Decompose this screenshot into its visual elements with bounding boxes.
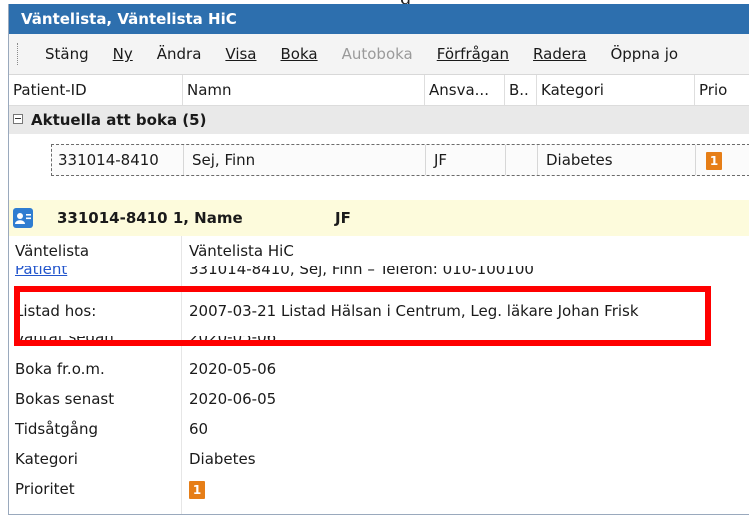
field-book-latest: Bokas senast 2020-06-05 [9,384,749,414]
cell-category: Diabetes [538,145,696,175]
field-priority: Prioritet 1 [9,474,749,504]
detail-header: 331014-8410 1, Name JF [9,200,749,236]
request-button[interactable]: Förfrågan [425,45,521,63]
column-header-row: Patient-ID Namn Ansva... B.. Kategori Pr… [9,75,749,106]
field-label: Kategori [15,450,78,468]
field-label: Bokas senast [15,390,115,408]
field-label: Tidsåtgång [15,420,99,438]
field-label: Väntelista [15,242,90,260]
field-category: Kategori Diabetes [9,444,749,474]
table-row[interactable]: 331014-8410 Sej, Finn JF Diabetes 1 [51,144,749,176]
column-prio[interactable]: Prio [695,75,749,105]
cell-prio: 1 [696,145,749,175]
waiting-list-window: Väntelista, Väntelista HiC Stäng Ny Ändr… [8,4,749,515]
toolbar: Stäng Ny Ändra Visa Boka Autoboka Förfrå… [9,34,749,75]
detail-responsible: JF [335,209,351,227]
field-value: 331014-8410, Sej, Finn – Telefon: 010-10… [189,266,534,278]
close-button[interactable]: Stäng [33,45,101,63]
window-title: Väntelista, Väntelista HiC [9,4,749,34]
cell-patient-id: 331014-8410 [52,145,184,175]
person-card-icon [13,208,33,228]
new-button[interactable]: Ny [101,45,145,63]
column-category[interactable]: Kategori [537,75,695,105]
priority-badge-icon: 1 [706,151,722,170]
cell-b [506,145,538,175]
field-label: Prioritet [15,480,75,498]
column-patient-id[interactable]: Patient-ID [9,75,183,105]
detail-patient: 331014-8410 1, Name [57,209,243,227]
column-responsible[interactable]: Ansva... [425,75,505,105]
book-button[interactable]: Boka [269,45,330,63]
column-name[interactable]: Namn [183,75,425,105]
field-listed-at: Listad hos: 2007-03-21 Listad Hälsan i C… [9,286,749,336]
open-journal-button[interactable]: Öppna jo [598,45,690,63]
cell-responsible: JF [426,145,506,175]
toolbar-grip[interactable] [17,43,21,65]
field-book-from: Boka fr.o.m. 2020-05-06 [9,354,749,384]
autobook-button[interactable]: Autoboka [330,45,425,63]
field-value: 1 [189,474,205,504]
field-value: Väntelista HiC [189,242,294,260]
field-label: Listad hos: [15,302,97,320]
field-value: Diabetes [189,450,256,468]
delete-button[interactable]: Radera [521,45,598,63]
priority-badge-icon: 1 [189,480,205,499]
group-label: Aktuella att boka (5) [31,111,207,129]
group-row[interactable]: Aktuella att boka (5) [9,106,749,134]
patient-link[interactable]: Patient [15,266,185,284]
field-label: Boka fr.o.m. [15,360,105,378]
view-button[interactable]: Visa [213,45,268,63]
field-value: 2020-06-05 [189,390,277,408]
field-value: 2020-05-06 [189,336,277,346]
column-b[interactable]: B.. [505,75,537,105]
field-duration: Tidsåtgång 60 [9,414,749,444]
field-value: 60 [189,420,209,438]
field-waited-since: Väntat sedan 2020-05-06 [9,336,749,354]
field-patient: Patient 331014-8410, Sej, Finn – Telefon… [9,266,749,286]
cell-name: Sej, Finn [184,145,426,175]
field-value: 2007-03-21 Listad Hälsan i Centrum, Leg.… [189,302,639,320]
field-waiting-list: Väntelista Väntelista HiC [9,236,749,266]
detail-fields: Väntelista Väntelista HiC Patient 331014… [9,236,749,504]
field-value: 2020-05-06 [189,360,277,378]
collapse-icon[interactable] [13,114,23,124]
edit-button[interactable]: Ändra [145,45,214,63]
field-label: Väntat sedan [15,336,114,346]
